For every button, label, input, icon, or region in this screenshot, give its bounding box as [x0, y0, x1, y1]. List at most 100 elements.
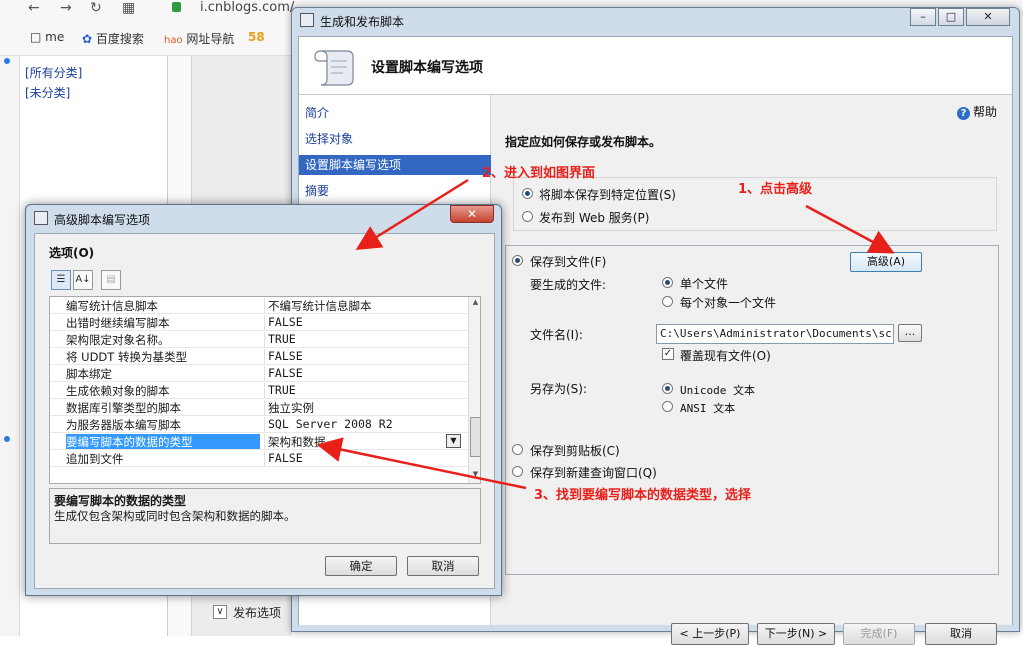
- property-name: 为服务器版本编写脚本: [66, 418, 181, 432]
- prev-button[interactable]: < 上一步(P): [671, 623, 749, 645]
- address-bar[interactable]: i.cnblogs.com/: [200, 0, 294, 15]
- advanced-options-dialog: 高级脚本编写选项 ✕ 选项(O) ☰ A↓ ▤ 编写统计信息脚本 不编写统计信息脚…: [25, 204, 502, 596]
- table-row[interactable]: 出错时继续编写脚本 FALSE: [50, 314, 468, 331]
- nav-script-options[interactable]: 设置脚本编写选项: [299, 155, 491, 175]
- advanced-button[interactable]: 高级(A): [850, 252, 922, 272]
- property-name: 生成依赖对象的脚本: [66, 384, 170, 398]
- unicode-radio[interactable]: [662, 383, 673, 394]
- nav-summary[interactable]: 摘要: [299, 181, 491, 201]
- 58-icon: 58: [248, 30, 265, 44]
- publish-options-label: 发布选项: [233, 606, 282, 620]
- sort-alpha-icon[interactable]: A↓: [73, 270, 93, 290]
- property-name: 脚本绑定: [66, 367, 112, 381]
- dialog-title: 高级脚本编写选项: [54, 213, 151, 227]
- close-button[interactable]: ✕: [966, 8, 1010, 26]
- bookmark-baidu[interactable]: ✿ 百度搜索: [82, 30, 144, 47]
- forward-icon[interactable]: →: [60, 0, 72, 16]
- property-name: 将 UDDT 转换为基类型: [66, 350, 187, 364]
- annotation-step3: 3、找到要编写脚本的数据类型，选择: [534, 488, 752, 503]
- property-value: FALSE: [264, 366, 464, 381]
- publish-web-radio[interactable]: [522, 211, 533, 222]
- options-label: 选项(O): [49, 246, 95, 260]
- close-button[interactable]: ✕: [450, 205, 494, 223]
- annotation-step1: 1、点击高级: [738, 182, 813, 197]
- property-value: TRUE: [264, 383, 464, 398]
- chevron-down-icon[interactable]: ∨: [213, 605, 227, 619]
- scroll-up-icon[interactable]: ▲: [470, 298, 480, 310]
- nav-intro[interactable]: 简介: [299, 103, 491, 123]
- scroll-icon: [34, 211, 48, 225]
- property-name: 追加到文件: [66, 452, 124, 466]
- scroll-down-icon[interactable]: ▼: [470, 470, 480, 482]
- next-button[interactable]: 下一步(N) >: [757, 623, 835, 645]
- ansi-label: ANSI 文本: [680, 402, 736, 415]
- lock-icon: [172, 2, 181, 12]
- save-to-file-radio[interactable]: [512, 255, 523, 266]
- single-file-label: 单个文件: [680, 277, 729, 291]
- ok-button[interactable]: 确定: [325, 556, 397, 576]
- save-clipboard-radio[interactable]: [512, 444, 523, 455]
- minimize-button[interactable]: –: [910, 8, 936, 26]
- page-title: 设置脚本编写选项: [371, 60, 483, 76]
- property-value: FALSE: [264, 349, 464, 364]
- save-new-query-radio[interactable]: [512, 466, 523, 477]
- table-row[interactable]: 脚本绑定 FALSE: [50, 365, 468, 382]
- overwrite-checkbox[interactable]: ✓: [662, 348, 674, 360]
- cancel-button[interactable]: 取消: [407, 556, 479, 576]
- ansi-radio[interactable]: [662, 401, 673, 412]
- property-value[interactable]: 架构和数据: [264, 434, 464, 449]
- save-to-file-label: 保存到文件(F): [530, 255, 607, 269]
- property-grid-toolbar: ☰ A↓ ▤: [49, 268, 169, 292]
- dropdown-arrow-icon[interactable]: ▼: [446, 434, 461, 448]
- bookmark-me[interactable]: □ me: [30, 30, 64, 44]
- back-icon[interactable]: ←: [28, 0, 40, 16]
- bookmark-hao[interactable]: hao 网址导航: [164, 30, 234, 47]
- file-name-label: 文件名(I):: [530, 328, 583, 342]
- scroll-icon: [314, 50, 354, 86]
- property-name: 出错时继续编写脚本: [66, 316, 170, 330]
- file-per-object-radio[interactable]: [662, 296, 673, 307]
- save-clipboard-label: 保存到剪贴板(C): [530, 444, 620, 458]
- apps-grid-icon[interactable]: ▦: [122, 0, 135, 16]
- nav-select-objects[interactable]: 选择对象: [299, 129, 491, 149]
- property-value: 独立实例: [264, 400, 464, 415]
- table-row[interactable]: 追加到文件 FALSE: [50, 450, 468, 467]
- table-row[interactable]: 为服务器版本编写脚本 SQL Server 2008 R2: [50, 416, 468, 433]
- blue-dot-icon: [4, 58, 10, 64]
- window-title: 生成和发布脚本: [320, 15, 405, 29]
- dialog-body: 选项(O) ☰ A↓ ▤ 编写统计信息脚本 不编写统计信息脚本 出错时继续编写脚本 F…: [34, 233, 495, 589]
- description-text: 生成仅包含架构或同时包含架构和数据的脚本。: [54, 509, 296, 523]
- single-file-radio[interactable]: [662, 277, 673, 288]
- file-name-input[interactable]: C:\Users\Administrator\Documents\script: [656, 324, 894, 344]
- category-all-link[interactable]: [所有分类]: [25, 64, 82, 81]
- property-grid: 编写统计信息脚本 不编写统计信息脚本 出错时继续编写脚本 FALSE 架构限定对象名称。…: [49, 296, 481, 484]
- finish-button[interactable]: 完成(F): [843, 623, 915, 645]
- browse-button[interactable]: ...: [898, 324, 922, 342]
- table-row[interactable]: 生成依赖对象的脚本 TRUE: [50, 382, 468, 399]
- table-row[interactable]: 将 UDDT 转换为基类型 FALSE: [50, 348, 468, 365]
- property-name: 数据库引擎类型的脚本: [66, 401, 181, 415]
- bookmark-58[interactable]: 58: [248, 30, 265, 44]
- property-value: TRUE: [264, 332, 464, 347]
- vertical-scrollbar[interactable]: ▲ ▼: [468, 297, 480, 483]
- property-value: SQL Server 2008 R2: [264, 417, 464, 432]
- table-row[interactable]: 要编写脚本的数据的类型 架构和数据 ▼: [50, 433, 468, 450]
- category-uncategorized-link[interactable]: [未分类]: [25, 84, 70, 101]
- maximize-button[interactable]: □: [938, 8, 964, 26]
- reload-icon[interactable]: ↻: [90, 0, 102, 16]
- table-row[interactable]: 架构限定对象名称。 TRUE: [50, 331, 468, 348]
- folder-icon: □: [30, 30, 42, 44]
- table-row[interactable]: 数据库引擎类型的脚本 独立实例: [50, 399, 468, 416]
- help-link[interactable]: ? 帮助: [957, 103, 997, 120]
- publish-web-label: 发布到 Web 服务(P): [539, 211, 650, 225]
- categorized-icon[interactable]: ☰: [51, 270, 71, 290]
- property-pages-icon[interactable]: ▤: [101, 270, 121, 290]
- publish-options-row[interactable]: ∨ 发布选项: [205, 598, 295, 626]
- table-row[interactable]: 编写统计信息脚本 不编写统计信息脚本: [50, 297, 468, 314]
- cancel-button[interactable]: 取消: [925, 623, 997, 645]
- scroll-icon: [300, 13, 314, 27]
- property-name: 要编写脚本的数据的类型: [66, 434, 260, 449]
- wizard-header: 设置脚本编写选项: [299, 37, 1012, 95]
- scroll-thumb[interactable]: [470, 417, 480, 457]
- save-location-radio[interactable]: [522, 188, 533, 199]
